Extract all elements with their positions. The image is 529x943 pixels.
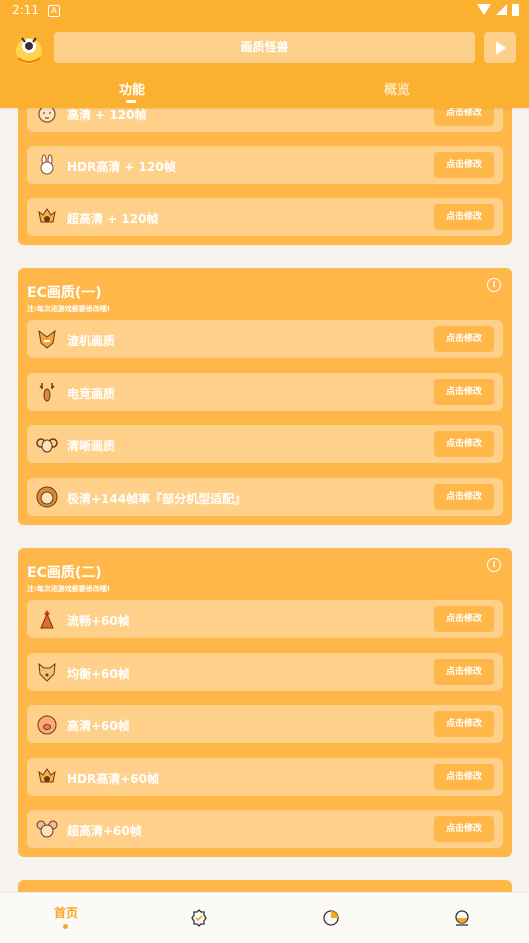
list-item[interactable]: 均衡+60帧 点击修改 xyxy=(27,653,503,691)
item-label: 清晰画质 xyxy=(67,439,116,453)
section-title: EC画质(二) xyxy=(27,565,102,581)
nav-active-dot xyxy=(63,924,68,929)
item-label: 极清+144帧率『部分机型适配』 xyxy=(67,492,247,506)
section-note: 注:每次进游戏都要修改哦! xyxy=(27,585,110,593)
tab-indicator xyxy=(126,100,136,103)
item-label: 超高清 + 120帧 xyxy=(67,212,159,226)
modify-button[interactable]: 点击修改 xyxy=(434,484,494,510)
nav-profile-icon[interactable] xyxy=(453,909,471,927)
dog-icon xyxy=(38,662,56,682)
list-item[interactable]: 渣机画质 点击修改 xyxy=(27,320,503,358)
fox-icon xyxy=(38,329,56,349)
item-label: 流畅+60帧 xyxy=(67,614,130,628)
modify-button[interactable]: 点击修改 xyxy=(434,204,494,230)
mouse-icon xyxy=(36,820,58,838)
status-bar: 2:11 A xyxy=(0,0,529,22)
app-header: 2:11 A 画质怪兽 功能 概览 xyxy=(0,0,529,108)
item-label: 渣机画质 xyxy=(67,334,116,348)
modify-button[interactable]: 点击修改 xyxy=(434,152,494,178)
status-time: 2:11 xyxy=(12,3,39,17)
modify-button[interactable]: 点击修改 xyxy=(434,379,494,405)
tab-function[interactable]: 功能 xyxy=(119,79,145,98)
list-item[interactable]: 高清+60帧 点击修改 xyxy=(27,705,503,743)
item-label: 高清 + 120帧 xyxy=(67,108,147,122)
section-title: EC画质(一) xyxy=(27,285,102,301)
battery-icon xyxy=(512,4,519,16)
pig-icon xyxy=(37,715,57,735)
section-note: 注:每次进游戏都要修改哦! xyxy=(27,305,110,313)
info-icon[interactable]: i xyxy=(487,558,501,572)
modify-button[interactable]: 点击修改 xyxy=(434,431,494,457)
signal-icon xyxy=(496,4,507,15)
nav-chart-icon[interactable] xyxy=(322,909,340,927)
list-item[interactable]: HDR高清+60帧 点击修改 xyxy=(27,758,503,796)
modify-button[interactable]: 点击修改 xyxy=(434,711,494,737)
nav-verified-icon[interactable] xyxy=(190,909,208,927)
list-item[interactable]: 清晰画质 点击修改 xyxy=(27,425,503,463)
quality-section-ec1: EC画质(一) 注:每次进游戏都要修改哦! i 渣机画质 点击修改 电竞画质 点… xyxy=(18,268,512,525)
app-title-bar[interactable]: 画质怪兽 xyxy=(54,32,475,63)
lion-icon xyxy=(36,486,58,508)
item-label: HDR高清+60帧 xyxy=(67,772,159,786)
modify-button[interactable]: 点击修改 xyxy=(434,764,494,790)
deer-icon xyxy=(39,383,55,402)
status-icons xyxy=(477,4,519,16)
avatar[interactable] xyxy=(12,32,46,66)
list-item[interactable]: 流畅+60帧 点击修改 xyxy=(27,600,503,638)
quality-section-ec2: EC画质(二) 注:每次进游戏都要修改哦! i 流畅+60帧 点击修改 均衡+6… xyxy=(18,548,512,857)
modify-button[interactable]: 点击修改 xyxy=(434,659,494,685)
rabbit-icon xyxy=(40,154,54,175)
nav-home[interactable]: 首页 xyxy=(54,904,78,921)
modify-button[interactable]: 点击修改 xyxy=(434,326,494,352)
info-icon[interactable]: i xyxy=(487,278,501,292)
notification-icon: A xyxy=(48,5,60,17)
ram-icon xyxy=(36,438,58,453)
rooster-icon xyxy=(40,610,54,629)
list-item[interactable]: 电竞画质 点击修改 xyxy=(27,373,503,411)
wifi-icon xyxy=(477,4,491,15)
modify-button[interactable]: 点击修改 xyxy=(434,606,494,632)
list-item[interactable]: 超高清 + 120帧 点击修改 xyxy=(27,198,503,236)
dragon-icon xyxy=(38,768,56,783)
item-label: 高清+60帧 xyxy=(67,719,130,733)
item-label: 电竞画质 xyxy=(67,387,116,401)
dragon-icon xyxy=(38,208,56,223)
bottom-navigation: 首页 xyxy=(0,892,529,943)
list-item[interactable]: 超高清+60帧 点击修改 xyxy=(27,810,503,848)
play-button[interactable] xyxy=(484,32,516,63)
item-label: 超高清+60帧 xyxy=(67,824,142,838)
tab-overview[interactable]: 概览 xyxy=(384,79,410,98)
item-label: 均衡+60帧 xyxy=(67,667,130,681)
list-item[interactable]: 极清+144帧率『部分机型适配』 点击修改 xyxy=(27,478,503,516)
item-label: HDR高清 + 120帧 xyxy=(67,160,176,174)
modify-button[interactable]: 点击修改 xyxy=(434,816,494,842)
list-item[interactable]: HDR高清 + 120帧 点击修改 xyxy=(27,146,503,184)
